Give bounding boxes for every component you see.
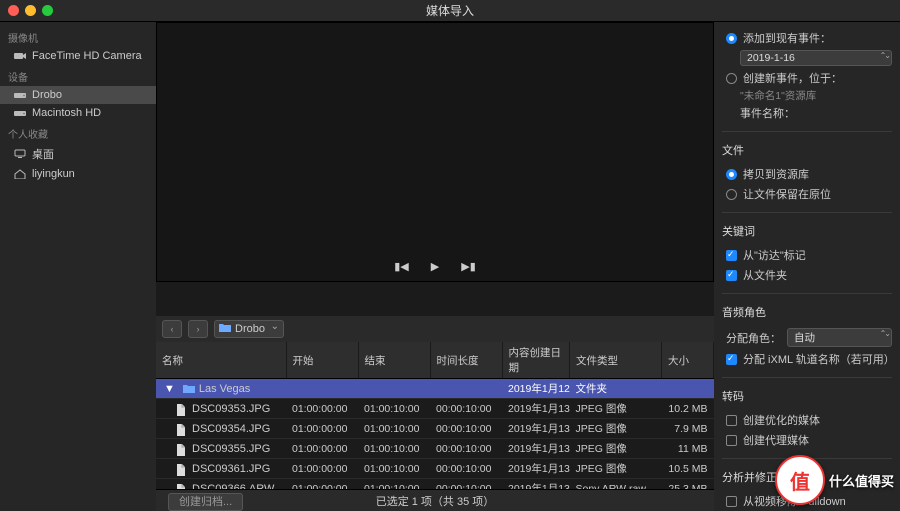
folder-icon [219,323,231,333]
table-row[interactable]: DSC09353.JPG01:00:00:0001:00:10:0000:00:… [156,399,714,419]
table-row[interactable]: DSC09354.JPG01:00:00:0001:00:10:0000:00:… [156,419,714,439]
sidebar-item-label: Drobo [32,89,62,101]
titlebar: 媒体导入 [0,0,900,22]
column-header[interactable]: 开始 [286,342,358,379]
copy-to-library-radio[interactable]: 拷贝到资源库 [722,164,892,184]
camera-icon [14,50,26,62]
file-icon [176,424,188,434]
keywords-finder-check[interactable]: 从"访达"标记 [722,245,892,265]
window-title: 媒体导入 [426,2,474,19]
sidebar-item[interactable]: liyingkun [0,165,156,183]
next-clip-button[interactable]: ▶▮ [461,260,476,273]
sidebar-item[interactable]: Drobo [0,86,156,104]
sidebar-item-label: Macintosh HD [32,107,101,119]
selection-status: 已选定 1 项（共 35 项） [376,493,495,509]
sidebar-group-header: 个人收藏 [0,122,156,143]
column-header[interactable]: 内容创建日期 [502,342,570,379]
watermark-badge: 值 [775,455,825,505]
ixml-check[interactable]: 分配 iXML 轨道名称（若可用） [722,349,892,369]
new-event-library-label: "未命名1"资源库 [722,88,892,103]
sidebar-item[interactable]: 桌面 [0,143,156,165]
existing-event-select[interactable]: 2019-1-16 [740,50,892,66]
create-new-event-radio[interactable]: 创建新事件，位于： [722,68,892,88]
drive-icon [14,107,26,119]
file-icon [176,444,188,454]
drive-icon [14,89,26,101]
center-pane: ▮◀ ▶ ▶▮ ‹ › Drobo 名称开始结束时间长度内容创建日期文件类型大小… [156,22,714,511]
footer-bar: 创建归档... 已选定 1 项（共 35 项） [156,489,714,511]
add-to-existing-event-radio[interactable]: 添加到现有事件： [722,28,892,48]
column-header[interactable]: 文件类型 [570,342,662,379]
play-button[interactable]: ▶ [431,260,439,273]
file-icon [176,404,188,414]
event-name-label: 事件名称： [740,105,795,121]
table-row[interactable]: DSC09361.JPG01:00:00:0001:00:10:0000:00:… [156,459,714,479]
close-button[interactable] [8,5,19,16]
nav-forward-button[interactable]: › [188,320,208,338]
location-label: Drobo [235,323,265,335]
sidebar-item-label: 桌面 [32,146,54,162]
disclosure-triangle-icon[interactable]: ▼ [164,383,175,395]
sidebar-group-header: 摄像机 [0,26,156,47]
audio-section-title: 音频角色 [722,304,892,320]
sidebar-item[interactable]: FaceTime HD Camera [0,47,156,65]
column-header[interactable]: 大小 [662,342,714,379]
path-bar: ‹ › Drobo [156,316,714,342]
minimize-button[interactable] [25,5,36,16]
sidebar-item-label: liyingkun [32,168,75,180]
column-header[interactable]: 名称 [156,342,286,379]
watermark-text: 什么值得买 [829,471,894,490]
location-dropdown[interactable]: Drobo [214,320,284,338]
sidebar-item[interactable]: Macintosh HD [0,104,156,122]
home-icon [14,168,26,180]
file-icon [176,464,188,474]
assign-role-label: 分配角色： [726,330,781,346]
import-options-panel: 添加到现有事件： 2019-1-16 创建新事件，位于： "未命名1"资源库 事… [714,22,900,511]
zoom-button[interactable] [42,5,53,16]
leave-in-place-radio[interactable]: 让文件保留在原位 [722,184,892,204]
transcode-section-title: 转码 [722,388,892,404]
file-table[interactable]: 名称开始结束时间长度内容创建日期文件类型大小 ▼Las Vegas2019年1月… [156,342,714,489]
create-archive-button[interactable]: 创建归档... [168,493,243,511]
optimized-media-check[interactable]: 创建优化的媒体 [722,410,892,430]
column-header[interactable]: 结束 [358,342,430,379]
nav-back-button[interactable]: ‹ [162,320,182,338]
proxy-media-check[interactable]: 创建代理媒体 [722,430,892,450]
files-section-title: 文件 [722,142,892,158]
sidebar-group-header: 设备 [0,65,156,86]
table-row[interactable]: DSC09355.JPG01:00:00:0001:00:10:0000:00:… [156,439,714,459]
prev-clip-button[interactable]: ▮◀ [394,260,409,273]
sidebar-item-label: FaceTime HD Camera [32,50,142,62]
desktop-icon [14,148,26,160]
assign-role-select[interactable]: 自动 [787,328,892,347]
folder-icon [183,384,195,394]
watermark: 值 什么值得买 [775,455,894,505]
keywords-section-title: 关键词 [722,223,892,239]
source-sidebar: 摄像机 FaceTime HD Camera 设备 Drobo Macintosh HD… [0,22,156,511]
preview-area: ▮◀ ▶ ▶▮ [156,22,714,282]
column-header[interactable]: 时间长度 [430,342,502,379]
table-row[interactable]: DSC09366.ARW01:00:00:0001:00:10:0000:00:… [156,479,714,490]
table-row-folder[interactable]: ▼Las Vegas2019年1月12日 下午4:01:50文件夹 [156,379,714,399]
keywords-folder-check[interactable]: 从文件夹 [722,265,892,285]
